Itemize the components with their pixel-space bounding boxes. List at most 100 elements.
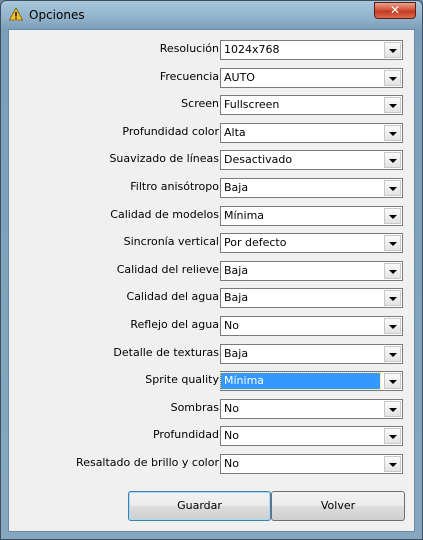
dropdown-value: No	[224, 457, 239, 470]
title-bar[interactable]: Opciones ✕	[1, 1, 422, 29]
dropdown-button[interactable]	[384, 97, 401, 113]
setting-row: Profundidad color Alta	[9, 123, 414, 143]
dropdown-button[interactable]	[384, 263, 401, 279]
setting-row: Suavizado de líneas Desactivado	[9, 150, 414, 170]
setting-label: Calidad del relieve	[116, 263, 219, 276]
setting-dropdown[interactable]: Baja	[220, 178, 403, 198]
setting-dropdown[interactable]: Baja	[220, 261, 403, 281]
dropdown-button[interactable]	[384, 42, 401, 58]
chevron-down-icon	[389, 353, 397, 357]
dropdown-value: No	[224, 429, 239, 442]
dropdown-button[interactable]	[384, 152, 401, 168]
dropdown-button[interactable]	[384, 346, 401, 362]
setting-dropdown[interactable]: Por defecto	[220, 233, 403, 253]
settings-panel: Resolución 1024x768 Frecuencia AUTO Screen Fu…	[8, 29, 415, 532]
dropdown-button[interactable]	[384, 125, 401, 141]
setting-dropdown[interactable]: Fullscreen	[220, 95, 403, 115]
chevron-down-icon	[389, 408, 397, 412]
setting-row: Calidad del agua Baja	[9, 288, 414, 308]
dropdown-button[interactable]	[384, 235, 401, 251]
setting-dropdown[interactable]: No	[220, 454, 403, 474]
chevron-down-icon	[389, 132, 397, 136]
chevron-down-icon	[389, 270, 397, 274]
window-title: Opciones	[29, 8, 85, 22]
dropdown-button[interactable]	[384, 180, 401, 196]
setting-row: Sprite quality Mínima	[9, 371, 414, 391]
setting-dropdown[interactable]: AUTO	[220, 68, 403, 88]
dropdown-button[interactable]	[384, 456, 401, 472]
setting-label: Reflejo del agua	[130, 318, 219, 331]
chevron-down-icon	[389, 215, 397, 219]
setting-label: Resolución	[159, 42, 219, 55]
setting-dropdown[interactable]: Mínima	[220, 206, 403, 226]
dropdown-button[interactable]	[384, 70, 401, 86]
chevron-down-icon	[389, 380, 397, 384]
close-icon: ✕	[389, 3, 401, 17]
dropdown-value: Por defecto	[224, 236, 287, 249]
dropdown-value: Desactivado	[224, 153, 293, 166]
setting-label: Profundidad color	[122, 125, 219, 138]
setting-row: Reflejo del agua No	[9, 316, 414, 336]
back-button[interactable]: Volver	[271, 491, 405, 521]
chevron-down-icon	[389, 297, 397, 301]
dropdown-value: Baja	[224, 347, 249, 360]
dropdown-value: Mínima	[220, 372, 381, 390]
dropdown-value: Baja	[224, 291, 249, 304]
setting-label: Sincronía vertical	[123, 235, 219, 248]
chevron-down-icon	[389, 187, 397, 191]
setting-label: Detalle de texturas	[113, 346, 219, 359]
setting-dropdown[interactable]: No	[220, 399, 403, 419]
close-button[interactable]: ✕	[374, 2, 416, 19]
setting-dropdown[interactable]: Desactivado	[220, 150, 403, 170]
setting-row: Calidad del relieve Baja	[9, 261, 414, 281]
setting-row: Detalle de texturas Baja	[9, 344, 414, 364]
setting-dropdown[interactable]: Alta	[220, 123, 403, 143]
setting-label: Filtro anisótropo	[130, 180, 219, 193]
options-dialog: Opciones ✕ Resolución 1024x768 Frecuencia A…	[0, 0, 423, 540]
setting-row: Sombras No	[9, 399, 414, 419]
setting-label: Frecuencia	[159, 70, 219, 83]
setting-label: Calidad del agua	[126, 290, 219, 303]
setting-label: Sprite quality	[145, 373, 219, 386]
setting-label: Suavizado de líneas	[109, 152, 219, 165]
chevron-down-icon	[389, 77, 397, 81]
chevron-down-icon	[389, 325, 397, 329]
chevron-down-icon	[389, 159, 397, 163]
warning-icon	[9, 7, 23, 21]
setting-dropdown[interactable]: No	[220, 316, 403, 336]
setting-label: Profundidad	[152, 428, 219, 441]
dropdown-value: Fullscreen	[224, 98, 280, 111]
setting-label: Sombras	[170, 401, 219, 414]
dropdown-value: 1024x768	[224, 43, 280, 56]
chevron-down-icon	[389, 104, 397, 108]
setting-row: Filtro anisótropo Baja	[9, 178, 414, 198]
dropdown-button[interactable]	[384, 428, 401, 444]
dropdown-button[interactable]	[384, 373, 401, 389]
setting-dropdown[interactable]: Baja	[220, 344, 403, 364]
setting-dropdown[interactable]: No	[220, 426, 403, 446]
chevron-down-icon	[389, 242, 397, 246]
dropdown-value: Mínima	[224, 209, 265, 222]
dropdown-value: No	[224, 319, 239, 332]
setting-row: Resolución 1024x768	[9, 40, 414, 60]
setting-row: Screen Fullscreen	[9, 95, 414, 115]
dropdown-button[interactable]	[384, 290, 401, 306]
setting-dropdown[interactable]: Baja	[220, 288, 403, 308]
setting-row: Sincronía vertical Por defecto	[9, 233, 414, 253]
chevron-down-icon	[389, 49, 397, 53]
setting-row: Frecuencia AUTO	[9, 68, 414, 88]
setting-dropdown[interactable]: Mínima	[220, 371, 403, 391]
setting-row: Profundidad No	[9, 426, 414, 446]
setting-label: Calidad de modelos	[110, 208, 219, 221]
dropdown-button[interactable]	[384, 318, 401, 334]
chevron-down-icon	[389, 435, 397, 439]
save-button[interactable]: Guardar	[128, 491, 271, 521]
setting-label: Resaltado de brillo y color	[76, 456, 219, 469]
setting-dropdown[interactable]: 1024x768	[220, 40, 403, 60]
setting-row: Calidad de modelos Mínima	[9, 206, 414, 226]
dropdown-value: AUTO	[224, 71, 255, 84]
setting-label: Screen	[181, 97, 219, 110]
dropdown-button[interactable]	[384, 208, 401, 224]
dropdown-button[interactable]	[384, 401, 401, 417]
dropdown-value: Baja	[224, 181, 249, 194]
